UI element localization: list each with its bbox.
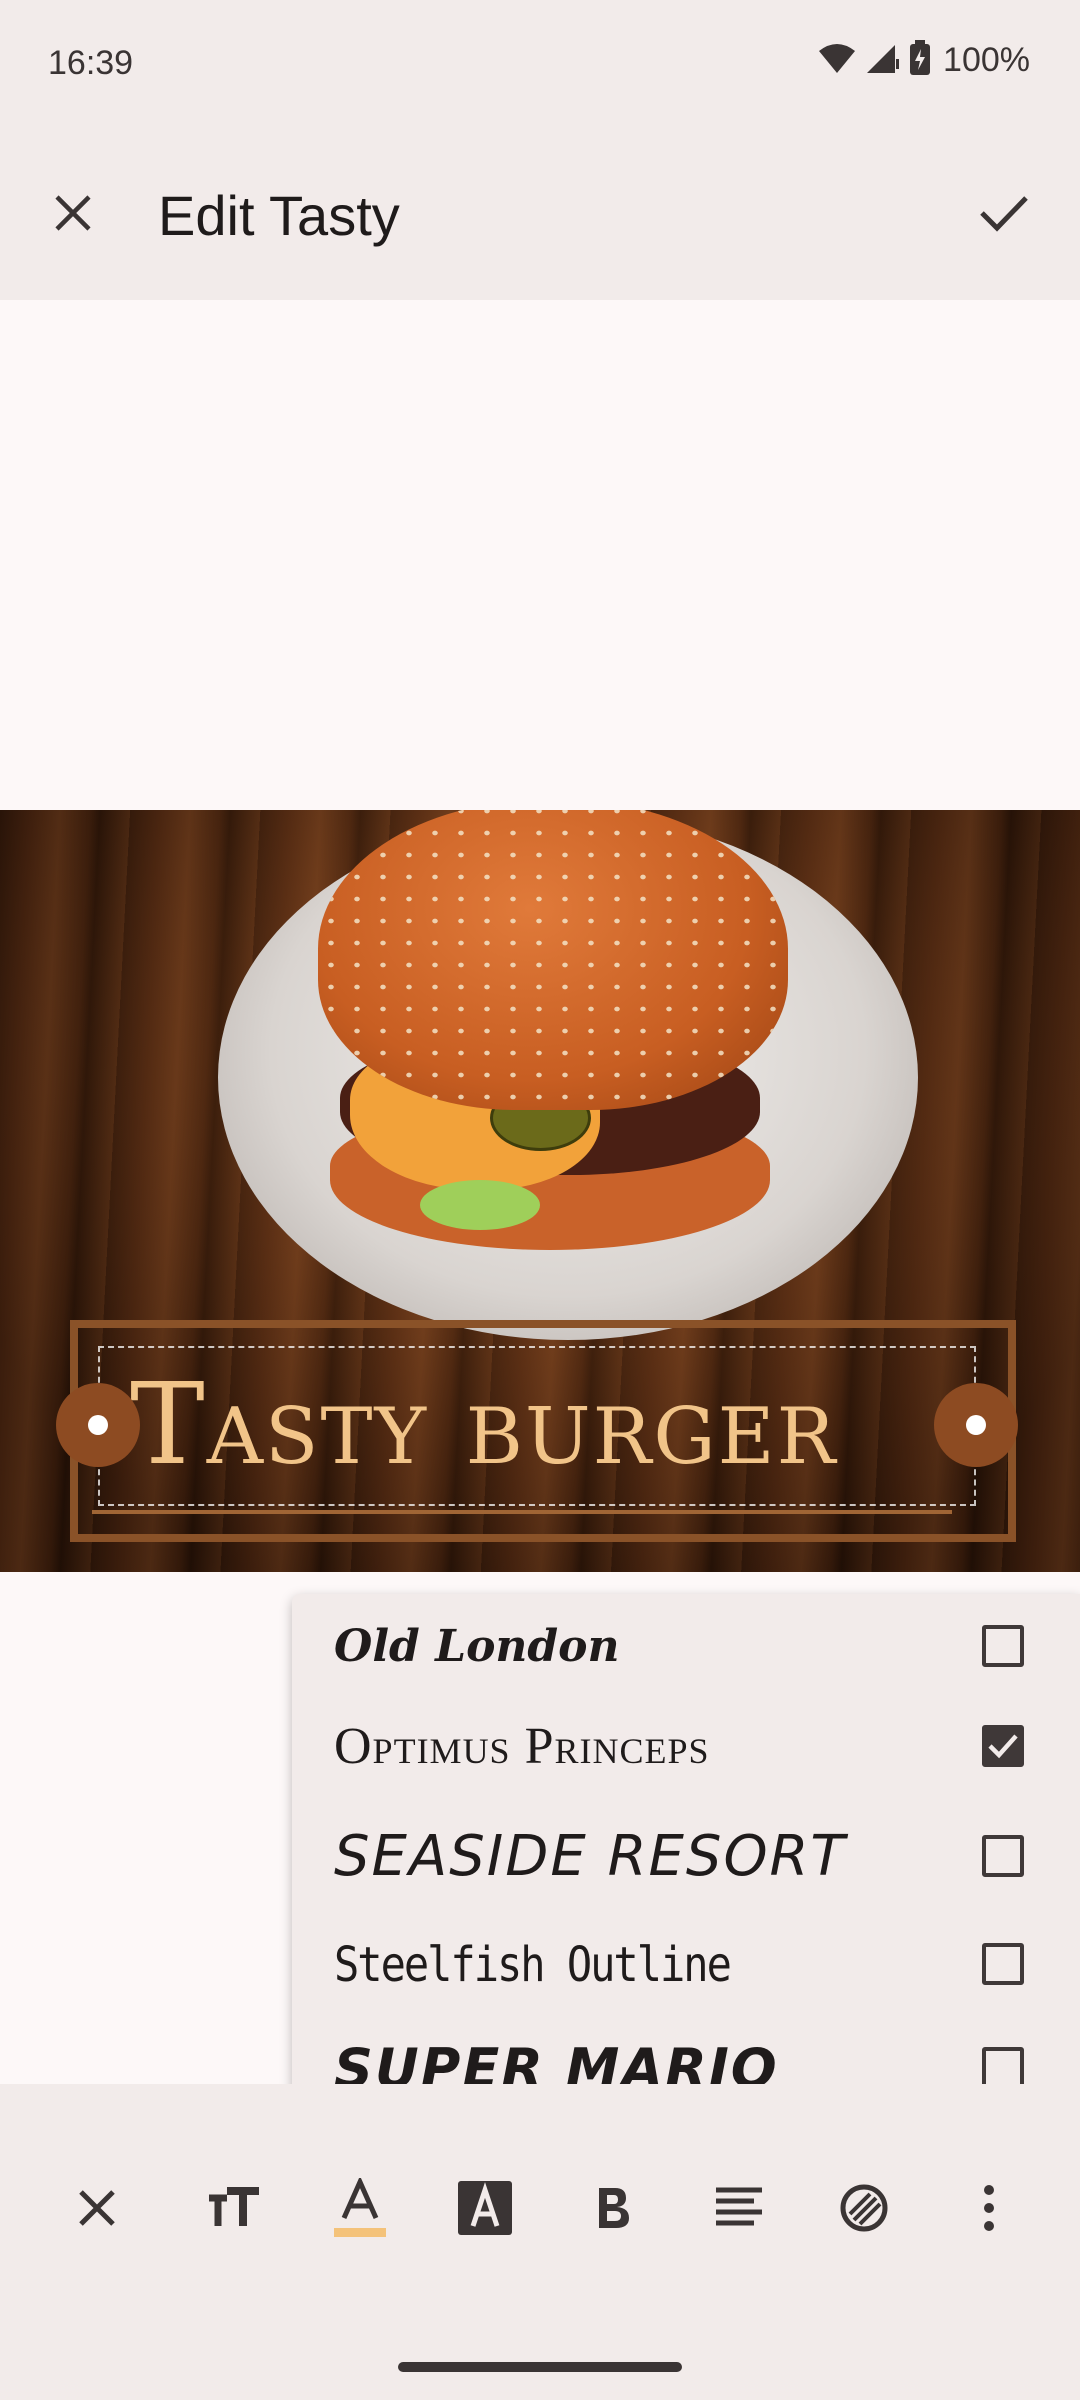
font-menu: Old London Optimus Princeps SEASIDE RESO…: [292, 1594, 1080, 2146]
cell-signal-icon: [865, 41, 901, 80]
close-icon: [77, 2188, 117, 2233]
text-size-icon: [207, 2186, 263, 2235]
font-option-old-london[interactable]: Old London: [292, 1594, 1080, 1698]
check-icon: [988, 1734, 1018, 1759]
page-title: Edit Tasty: [158, 184, 400, 247]
texture-icon: [840, 2184, 888, 2237]
checkbox[interactable]: [982, 1943, 1024, 1985]
checkbox[interactable]: [982, 2047, 1024, 2089]
status-time: 16:39: [48, 44, 134, 82]
sesame-seeds: [318, 810, 788, 1110]
checkbox-checked[interactable]: [982, 1725, 1024, 1767]
bold-icon: [595, 2186, 631, 2235]
wifi-icon: [817, 41, 857, 80]
more-vert-icon: [982, 2184, 996, 2237]
overlay-text[interactable]: Tasty burger: [130, 1350, 950, 1500]
text-background-icon: [457, 2180, 513, 2241]
lettuce: [420, 1180, 540, 1230]
text-size-button[interactable]: [190, 2170, 280, 2250]
toolbar-close-button[interactable]: [52, 2170, 142, 2250]
confirm-button[interactable]: [964, 175, 1044, 255]
font-option-optimus-princeps[interactable]: Optimus Princeps: [292, 1694, 1080, 1798]
font-option-steelfish-outline[interactable]: Steelfish Outline: [292, 1912, 1080, 2016]
font-option-seaside-resort[interactable]: SEASIDE RESORT: [292, 1804, 1080, 1908]
checkbox[interactable]: [982, 1625, 1024, 1667]
font-option-label: Steelfish Outline: [334, 1935, 732, 1993]
burger-photo[interactable]: Tasty burger: [0, 810, 1080, 1572]
font-option-label: Old London: [334, 1620, 620, 1672]
bold-button[interactable]: [568, 2170, 658, 2250]
close-icon: [53, 193, 93, 238]
check-icon: [979, 193, 1029, 238]
battery-icon: [909, 40, 931, 81]
battery-percent: 100%: [943, 41, 1030, 79]
align-icon: [714, 2186, 764, 2235]
text-color-button[interactable]: [315, 2170, 405, 2250]
resize-handle-left[interactable]: [56, 1383, 140, 1467]
home-indicator[interactable]: [398, 2362, 682, 2372]
frame-underline: [92, 1510, 952, 1514]
align-button[interactable]: [694, 2170, 784, 2250]
text-background-button[interactable]: [440, 2170, 530, 2250]
canvas-area-top: [0, 300, 1080, 810]
checkbox[interactable]: [982, 1835, 1024, 1877]
status-icons: 100%: [817, 40, 1030, 81]
font-option-label: Optimus Princeps: [334, 1717, 710, 1775]
font-option-label: SEASIDE RESORT: [334, 1823, 847, 1889]
resize-handle-right[interactable]: [934, 1383, 1018, 1467]
texture-button[interactable]: [819, 2170, 909, 2250]
edit-toolbar: [0, 2084, 1080, 2400]
close-button[interactable]: [40, 175, 106, 255]
more-options-button[interactable]: [944, 2170, 1034, 2250]
text-color-icon: [332, 2175, 388, 2243]
